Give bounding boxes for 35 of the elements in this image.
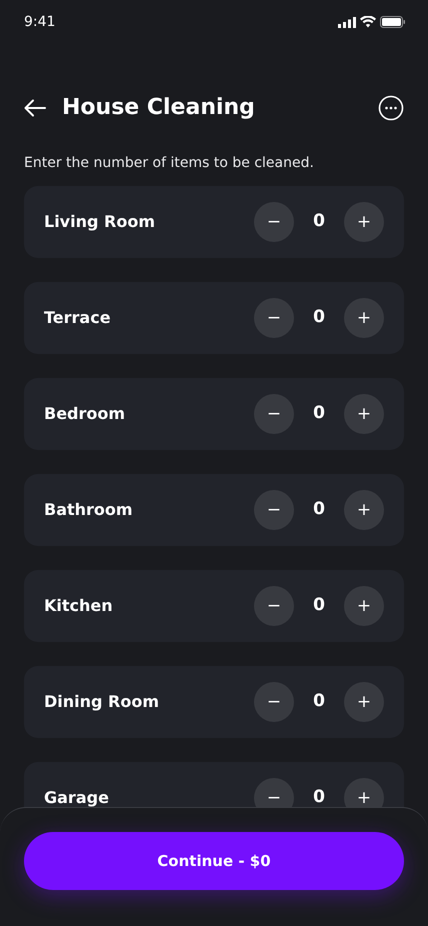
item-name: Bedroom bbox=[44, 403, 126, 425]
instruction-text: Enter the number of items to be cleaned. bbox=[24, 154, 315, 173]
item-count: 0 bbox=[312, 306, 326, 330]
item-name: Bathroom bbox=[44, 499, 133, 521]
increment-button[interactable]: + bbox=[344, 298, 384, 338]
battery-icon bbox=[380, 16, 406, 28]
decrement-button[interactable]: − bbox=[254, 298, 294, 338]
item-count: 0 bbox=[312, 498, 326, 522]
wifi-icon bbox=[360, 16, 376, 28]
item-count: 0 bbox=[312, 786, 326, 810]
increment-button[interactable]: + bbox=[344, 202, 384, 242]
decrement-button[interactable]: − bbox=[254, 202, 294, 242]
increment-button[interactable]: + bbox=[344, 490, 384, 530]
back-button[interactable] bbox=[24, 98, 46, 117]
decrement-button[interactable]: − bbox=[254, 682, 294, 722]
item-count: 0 bbox=[312, 402, 326, 426]
increment-button[interactable]: + bbox=[344, 394, 384, 434]
status-time: 9:41 bbox=[24, 12, 56, 32]
decrement-button[interactable]: − bbox=[254, 586, 294, 626]
item-name: Dining Room bbox=[44, 691, 160, 713]
more-options-button[interactable] bbox=[378, 95, 404, 121]
decrement-button[interactable]: − bbox=[254, 394, 294, 434]
item-name: Living Room bbox=[44, 211, 155, 233]
item-name: Kitchen bbox=[44, 595, 113, 617]
item-name: Garage bbox=[44, 787, 109, 809]
increment-button[interactable]: + bbox=[344, 586, 384, 626]
continue-button[interactable]: Continue - $0 bbox=[24, 832, 404, 890]
item-count: 0 bbox=[312, 594, 326, 618]
page-title: House Cleaning bbox=[62, 94, 255, 122]
item-count: 0 bbox=[312, 210, 326, 234]
decrement-button[interactable]: − bbox=[254, 490, 294, 530]
increment-button[interactable]: + bbox=[344, 682, 384, 722]
item-count: 0 bbox=[312, 690, 326, 714]
signal-icon bbox=[338, 16, 356, 28]
item-name: Terrace bbox=[44, 307, 111, 329]
